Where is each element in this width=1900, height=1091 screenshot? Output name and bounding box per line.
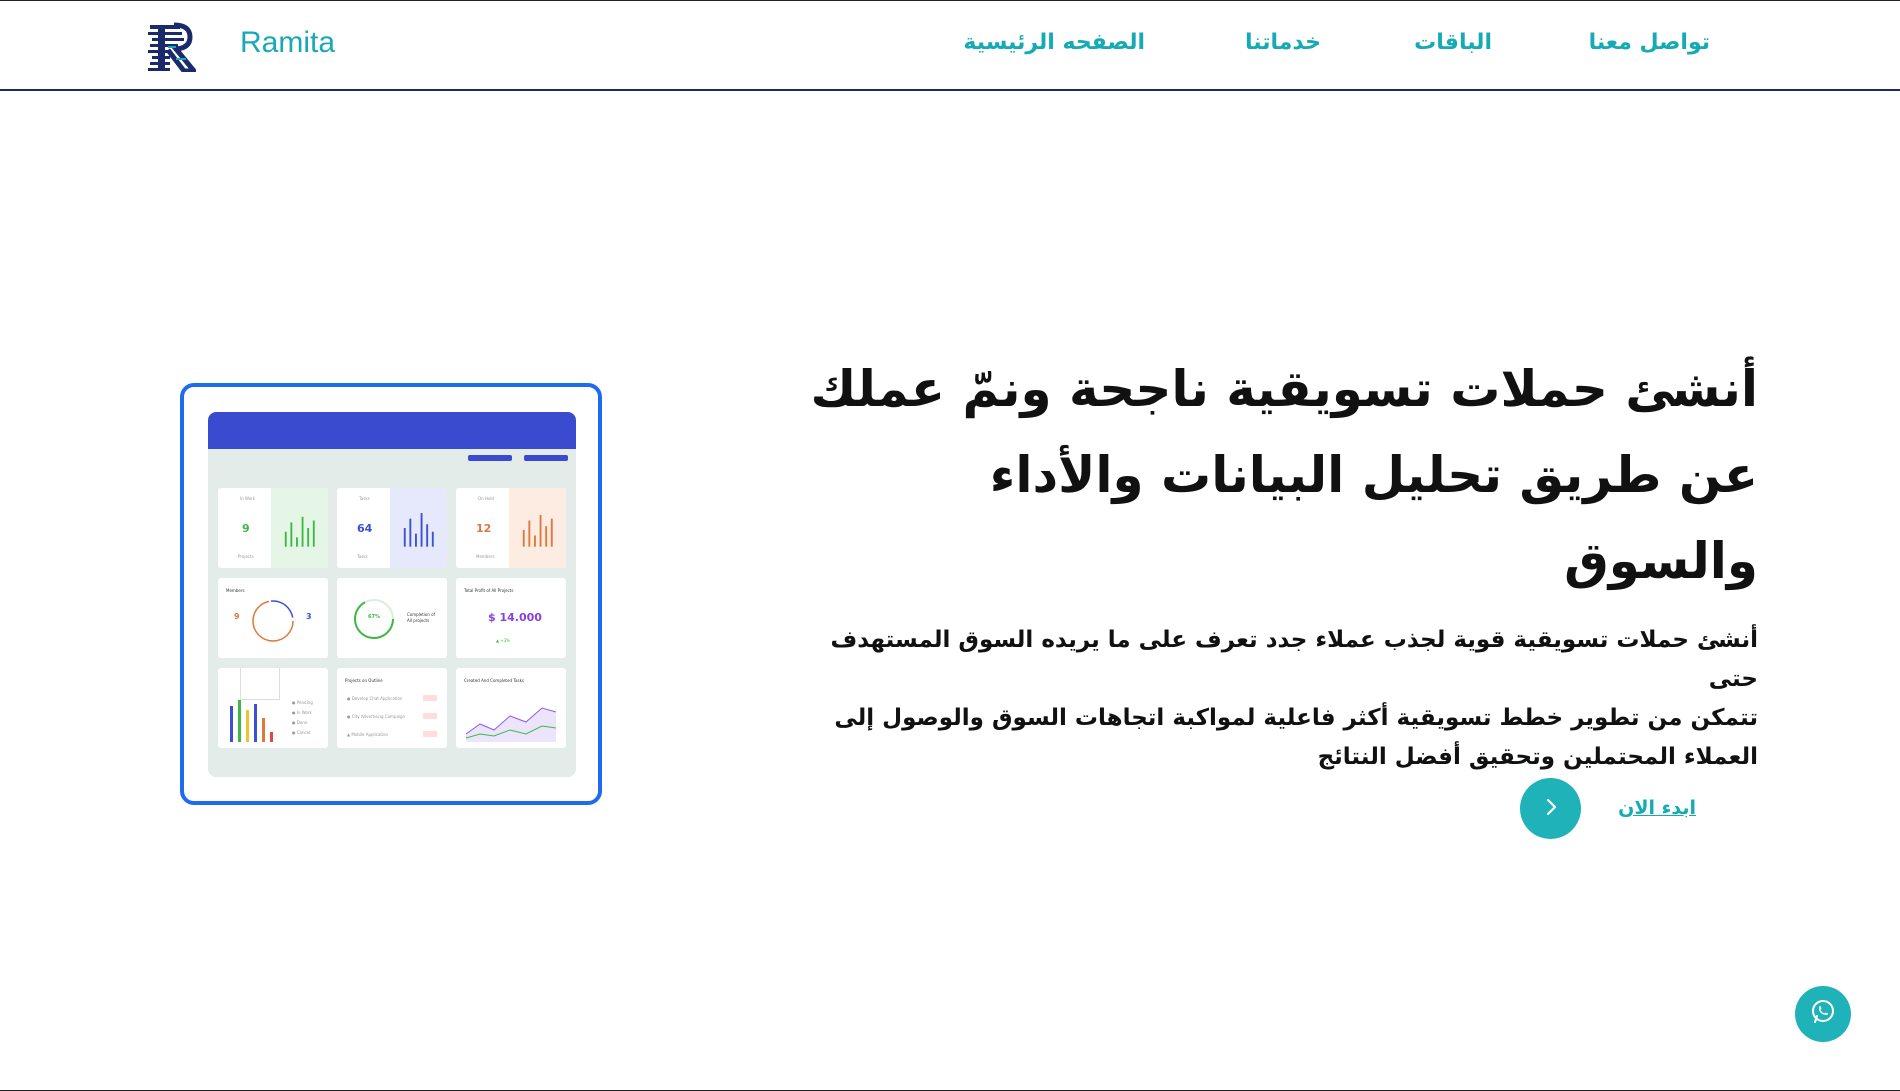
stat-number: 64 — [357, 522, 373, 535]
top-navbar: Ramita تواصل معنا الباقات خدماتنا الصفحه… — [0, 2, 1900, 91]
nav-services[interactable]: خدماتنا — [1245, 30, 1321, 55]
vertical-bar-chart — [230, 700, 273, 742]
nav-packages[interactable]: الباقات — [1414, 30, 1492, 55]
ring-chart — [252, 600, 294, 642]
hero-subtitle: أنشئ حملات تسويقية قوية لجذب عملاء جدد ت… — [798, 621, 1758, 777]
page-frame: Ramita تواصل معنا الباقات خدماتنا الصفحه… — [0, 0, 1900, 1091]
dashboard-topbar — [208, 412, 576, 449]
line-chart-tile: Created And Completed Tasks — [456, 668, 566, 748]
dashboard-illustration: In Work 9 Projects Tasks 64 Tasks On Hol… — [180, 383, 602, 805]
chevron-right-icon — [1540, 796, 1562, 821]
nav-contact[interactable]: تواصل معنا — [1589, 30, 1710, 55]
hero-title-line: والسوق — [1564, 532, 1758, 590]
dashboard-pill — [468, 455, 512, 461]
nav-home[interactable]: الصفحه الرئيسية — [963, 30, 1145, 55]
hero-subtitle-line: تتمكن من تطوير خطط تسويقية أكثر فاعلية ل… — [834, 705, 1758, 731]
ring-right-number: 3 — [306, 612, 312, 621]
start-now-button[interactable] — [1520, 778, 1581, 839]
profit-tile: Total Profit of All Projects $ 14.000 ▲ … — [456, 578, 566, 658]
progress-percent: 67% — [368, 614, 380, 620]
whatsapp-icon — [1808, 997, 1838, 1031]
r-logo-icon[interactable] — [148, 22, 200, 74]
stat-tile-orange: On Hold 12 Members — [456, 488, 566, 568]
hero-title: أنشئ حملات تسويقية ناجحة ونمّ عملك عن طر… — [758, 346, 1758, 604]
hero-subtitle-line: أنشئ حملات تسويقية قوية لجذب عملاء جدد ت… — [830, 627, 1758, 692]
stat-number: 12 — [476, 522, 492, 535]
whatsapp-button[interactable] — [1795, 986, 1851, 1042]
ring-left-number: 9 — [234, 612, 240, 621]
area-line-chart — [466, 707, 557, 742]
stat-number: 9 — [242, 522, 250, 535]
hero-subtitle-line: العملاء المحتملين وتحقيق أفضل النتائج — [1317, 744, 1758, 770]
hero-title-line: عن طريق تحليل البيانات والأداء — [989, 446, 1758, 504]
bar-sparkline — [522, 514, 553, 547]
profit-value: $ 14.000 — [488, 611, 542, 624]
brand-name[interactable]: Ramita — [240, 26, 335, 60]
completion-tile: 67% Completion of All projects — [337, 578, 447, 658]
bar-sparkline — [403, 513, 434, 547]
tasks-bar-tile: ● Pending ● In Work ● Done ● Cancel — [218, 668, 328, 748]
stat-tile-blue: Tasks 64 Tasks — [337, 488, 447, 568]
stat-tile-green: In Work 9 Projects — [218, 488, 328, 568]
dashboard-pill — [524, 455, 568, 461]
members-ring-tile: Members 9 3 — [218, 578, 328, 658]
dashboard-screen: In Work 9 Projects Tasks 64 Tasks On Hol… — [208, 412, 576, 777]
start-now-link[interactable]: ابدء الان — [1618, 797, 1696, 819]
projects-list-tile: Projects on Outline ● Develop Chat Appli… — [337, 668, 447, 748]
hero-title-line: أنشئ حملات تسويقية ناجحة ونمّ عملك — [810, 360, 1758, 418]
bar-sparkline — [284, 516, 315, 547]
